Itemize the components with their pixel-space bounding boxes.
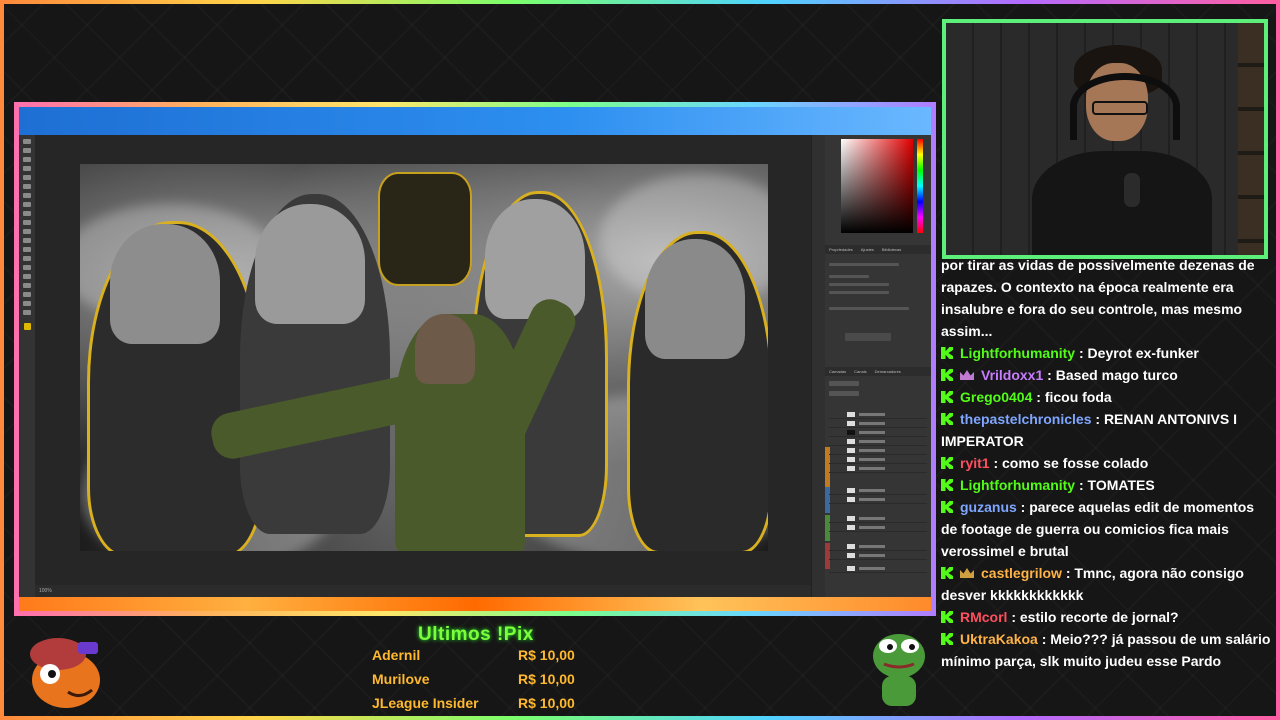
overlay-frame bbox=[0, 0, 1280, 720]
